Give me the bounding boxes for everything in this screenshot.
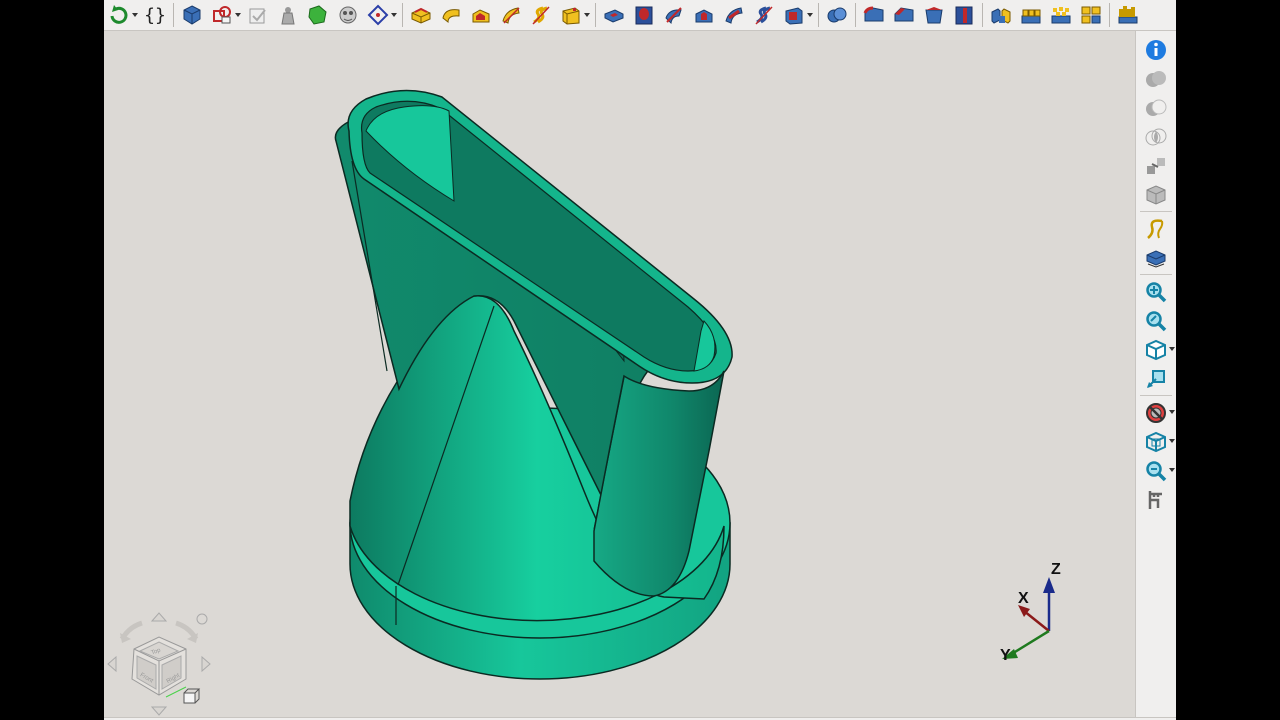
additive-primitive-dropdown-arrow[interactable] xyxy=(584,2,590,28)
subtractive-box-icon[interactable] xyxy=(781,2,807,28)
nav-cube-rotate-left-icon[interactable] xyxy=(119,620,143,643)
clipping-dropdown-arrow[interactable] xyxy=(1169,409,1175,414)
clipping-icon[interactable] xyxy=(1141,399,1175,427)
pocket-icon[interactable] xyxy=(601,2,627,28)
validate-sketch-icon[interactable] xyxy=(245,2,271,28)
refresh-icon[interactable] xyxy=(106,2,132,28)
fit-all-icon[interactable] xyxy=(1141,278,1171,306)
nav-cube-arrow-left-icon[interactable] xyxy=(107,655,117,673)
part-icon[interactable] xyxy=(179,2,205,28)
thickness-icon[interactable] xyxy=(951,2,977,28)
toolbar-separator xyxy=(1109,3,1110,27)
multi-transform-icon[interactable] xyxy=(1078,2,1104,28)
axis-cross: Z X Y xyxy=(1000,561,1061,664)
sub-shape-binder-icon[interactable] xyxy=(335,2,361,28)
toolbar-separator xyxy=(173,3,174,27)
part-design-toolbar: {} xyxy=(104,0,1176,31)
3d-viewport[interactable]: Top Front Right Z X Y xyxy=(104,31,1135,717)
refresh-dropdown-arrow[interactable] xyxy=(132,2,138,28)
axis-y-label: Y xyxy=(1000,647,1011,664)
linear-pattern-icon[interactable] xyxy=(1018,2,1044,28)
subtractive-primitive-dropdown-arrow[interactable] xyxy=(807,2,813,28)
toolbar-separator xyxy=(982,3,983,27)
chamfer-icon[interactable] xyxy=(891,2,917,28)
subtractive-pipe-icon[interactable] xyxy=(721,2,747,28)
offset-icon[interactable] xyxy=(1141,152,1171,180)
spline-icon[interactable] xyxy=(1141,215,1171,243)
nav-cube-arrow-right-icon[interactable] xyxy=(201,655,211,673)
additive-loft-icon[interactable] xyxy=(468,2,494,28)
nav-cube-rotate-right-icon[interactable] xyxy=(175,620,199,643)
view-isometric-icon[interactable] xyxy=(1141,336,1175,364)
axis-z-label: Z xyxy=(1051,561,1061,578)
nav-cube-menu-icon[interactable] xyxy=(196,613,208,625)
hole-icon[interactable] xyxy=(631,2,657,28)
3d-model-view[interactable] xyxy=(104,31,1135,717)
boolean-icon[interactable] xyxy=(824,2,850,28)
groove-icon[interactable] xyxy=(661,2,687,28)
macro-button[interactable]: {} xyxy=(142,2,168,28)
subtractive-loft-icon[interactable] xyxy=(691,2,717,28)
zoom-icon[interactable] xyxy=(1141,457,1175,485)
bounding-box-dropdown-arrow[interactable] xyxy=(1169,438,1175,443)
solid-icon[interactable] xyxy=(1141,181,1171,209)
subtractive-helix-icon[interactable] xyxy=(751,2,777,28)
revolution-icon[interactable] xyxy=(438,2,464,28)
shape-binder-icon[interactable] xyxy=(305,2,331,28)
additive-box-icon[interactable] xyxy=(558,2,584,28)
navigation-cube[interactable]: Top Front Right xyxy=(104,609,214,719)
info-icon[interactable] xyxy=(1141,36,1171,64)
freecad-window: {} Top Front Right Z X Y xyxy=(104,0,1176,720)
sketch-dropdown-arrow[interactable] xyxy=(235,2,241,28)
right-toolbar-separator xyxy=(1140,211,1172,212)
pad-icon[interactable] xyxy=(408,2,434,28)
draft-icon[interactable] xyxy=(921,2,947,28)
fillet-icon[interactable] xyxy=(861,2,887,28)
zoom-dropdown-arrow[interactable] xyxy=(1169,467,1175,472)
pad-clone-icon[interactable] xyxy=(275,2,301,28)
view-dropdown-arrow[interactable] xyxy=(1169,346,1175,351)
toolbar-separator xyxy=(402,3,403,27)
polar-pattern-icon[interactable] xyxy=(1048,2,1074,28)
toolbar-separator xyxy=(855,3,856,27)
fit-selection-icon[interactable] xyxy=(1141,307,1171,335)
bounding-box-icon[interactable] xyxy=(1141,428,1175,456)
additive-pipe-icon[interactable] xyxy=(498,2,524,28)
measure-icon[interactable] xyxy=(1141,486,1171,514)
right-toolbar-separator xyxy=(1140,395,1172,396)
datum-plane-icon[interactable] xyxy=(365,2,391,28)
toolbar-separator xyxy=(595,3,596,27)
workbench-icon[interactable] xyxy=(1141,244,1171,272)
mirrored-icon[interactable] xyxy=(988,2,1014,28)
toolbar-separator xyxy=(818,3,819,27)
nav-cube-view-menu-icon[interactable] xyxy=(183,688,201,704)
nav-cube-arrow-up-icon[interactable] xyxy=(150,612,168,622)
cut-icon[interactable] xyxy=(1141,94,1171,122)
right-toolbar-separator xyxy=(1140,274,1172,275)
view-toolbar xyxy=(1135,31,1176,720)
additive-helix-icon[interactable] xyxy=(528,2,554,28)
union-icon[interactable] xyxy=(1141,65,1171,93)
sprocket-icon[interactable] xyxy=(1115,2,1141,28)
datum-dropdown-arrow[interactable] xyxy=(391,2,397,28)
axis-x-label: X xyxy=(1018,590,1029,607)
intersection-icon[interactable] xyxy=(1141,123,1171,151)
align-view-icon[interactable] xyxy=(1141,365,1171,393)
nav-cube-body[interactable] xyxy=(131,636,187,696)
sketch-icon[interactable] xyxy=(209,2,235,28)
macro-icon: {} xyxy=(144,4,166,26)
nav-cube-arrow-down-icon[interactable] xyxy=(150,706,168,716)
